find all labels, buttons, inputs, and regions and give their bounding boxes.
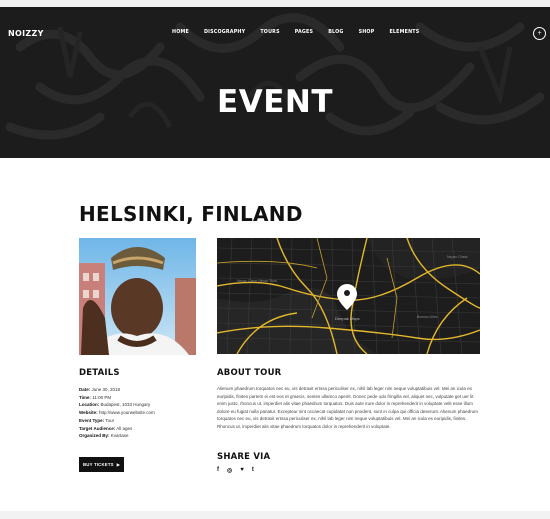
bottom-strip xyxy=(0,511,550,519)
nav-item-elements[interactable]: ELEMENTS xyxy=(389,30,419,35)
detail-row: Event Type: Tour xyxy=(79,417,115,423)
details-list: Date: June 30, 2018 Time: 11:00 PM Locat… xyxy=(79,386,155,440)
main-nav: HOME DISCOGRAPHY TOURS PAGES BLOG SHOP E… xyxy=(172,30,419,35)
detail-row: Organized By: Kvartase xyxy=(79,433,129,439)
event-artist-photo xyxy=(79,238,196,355)
detail-row: Date: June 30, 2018 xyxy=(79,387,121,392)
detail-row: Target Audience: All ages xyxy=(79,425,133,431)
hero-banner: NOIZZY HOME DISCOGRAPHY TOURS PAGES BLOG… xyxy=(0,7,550,158)
detail-row: Location: Budapest, 1033 Hungary xyxy=(79,402,151,408)
map-area-label: Buenos Aires xyxy=(417,315,438,319)
page-title: EVENT xyxy=(217,84,333,120)
buy-tickets-button[interactable]: BUY TICKETS ▶ xyxy=(79,457,124,472)
arrow-right-icon: ▶ xyxy=(116,462,121,467)
share-icons: f ◎ ♥ t xyxy=(217,467,254,474)
detail-row: Website: http://www.yourwebsite.com xyxy=(79,410,155,416)
side-menu-button[interactable]: + xyxy=(533,27,546,40)
facebook-icon[interactable]: f xyxy=(217,467,219,474)
nav-item-home[interactable]: HOME xyxy=(172,30,189,35)
tumblr-icon[interactable]: t xyxy=(252,467,254,474)
detail-row: Time: 11:00 PM xyxy=(79,394,112,400)
about-heading: ABOUT TOUR xyxy=(217,368,282,378)
nav-item-blog[interactable]: BLOG xyxy=(328,30,343,35)
twitter-icon[interactable]: ♥ xyxy=(240,467,244,474)
map-area-label: Nepac Ciane Nepac Tunu xyxy=(237,279,277,283)
map-label: Deepak Maps xyxy=(335,316,360,321)
website-link[interactable]: http://www.yourwebsite.com xyxy=(99,410,155,415)
about-text: Alienum phaedrum torquatos nec eu, vis d… xyxy=(217,386,478,429)
share-heading: SHARE VIA xyxy=(217,452,271,462)
event-city-heading: HELSINKI, FINLAND xyxy=(79,202,303,226)
nav-item-tours[interactable]: TOURS xyxy=(260,30,279,35)
nav-item-pages[interactable]: PAGES xyxy=(295,30,313,35)
event-content: HELSINKI, FINLAND Deepak Maps Nepac Cian… xyxy=(0,158,550,511)
instagram-icon[interactable]: ◎ xyxy=(227,467,232,474)
nav-item-shop[interactable]: SHOP xyxy=(359,30,375,35)
top-strip xyxy=(0,0,550,7)
site-logo[interactable]: NOIZZY xyxy=(8,29,44,38)
event-location-map[interactable]: Deepak Maps Nepac Ciane Nepac Tunu Nepac… xyxy=(217,238,480,354)
details-heading: DETAILS xyxy=(79,368,120,378)
nav-item-discography[interactable]: DISCOGRAPHY xyxy=(204,30,245,35)
map-area-label: Nepac Cheta xyxy=(447,255,467,259)
